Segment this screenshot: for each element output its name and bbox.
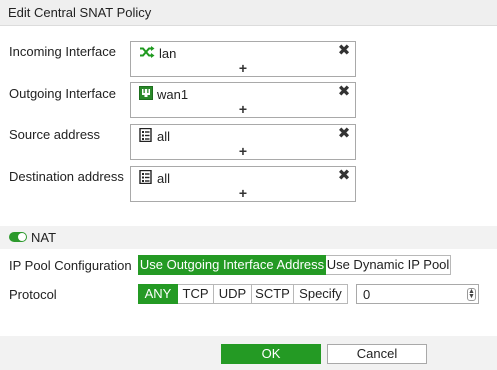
add-incoming-interface-button[interactable]: + [131,61,355,76]
dialog-title: Edit Central SNAT Policy [8,5,152,20]
outgoing-interface-field[interactable]: wan1 ✖ + [130,82,356,118]
protocol-option-any[interactable]: ANY [138,284,178,304]
outgoing-interface-entry[interactable]: wan1 [139,85,189,103]
destination-address-entry[interactable]: all [139,169,171,187]
shuffle-icon [139,45,155,62]
source-address-label: Source address [9,127,101,142]
add-outgoing-interface-button[interactable]: + [131,102,355,117]
nat-label: NAT [31,230,57,245]
protocol-option-specify[interactable]: Specify [294,284,348,304]
incoming-interface-value: lan [159,45,177,61]
use-outgoing-interface-address-option[interactable]: Use Outgoing Interface Address [138,255,326,275]
protocol-label: Protocol [9,287,57,302]
protocol-option-udp[interactable]: UDP [214,284,252,304]
add-destination-address-button[interactable]: + [131,186,355,201]
protocol-selector: ANY TCP UDP SCTP Specify [138,284,348,304]
protocol-option-sctp[interactable]: SCTP [252,284,294,304]
nat-toggle[interactable] [9,232,27,242]
cancel-button[interactable]: Cancel [327,344,427,364]
source-address-entry[interactable]: all [139,127,171,145]
dialog-header: Edit Central SNAT Policy [0,0,497,26]
add-source-address-button[interactable]: + [131,144,355,159]
incoming-interface-entry[interactable]: lan [139,45,176,61]
use-dynamic-ip-pool-option[interactable]: Use Dynamic IP Pool [326,255,451,275]
ok-button[interactable]: OK [221,344,321,364]
outgoing-interface-value: wan1 [157,86,189,102]
protocol-option-tcp[interactable]: TCP [178,284,214,304]
remove-incoming-interface-icon[interactable]: ✖ [337,43,351,59]
remove-source-address-icon[interactable]: ✖ [337,126,351,142]
source-address-value: all [157,128,171,144]
destination-address-label: Destination address [9,169,124,184]
protocol-number-value: 0 [363,287,371,302]
destination-address-value: all [157,170,171,186]
port-icon [139,85,153,103]
remove-outgoing-interface-icon[interactable]: ✖ [337,84,351,100]
incoming-interface-label: Incoming Interface [9,44,116,59]
address-icon [139,169,153,187]
incoming-interface-field[interactable]: lan ✖ + [130,41,356,77]
protocol-number-input[interactable]: 0 ▲ ▼ [356,284,479,304]
ip-pool-configuration-label: IP Pool Configuration [9,258,132,273]
outgoing-interface-label: Outgoing Interface [9,86,116,101]
toggle-knob [18,233,26,241]
source-address-field[interactable]: all ✖ + [130,124,356,160]
address-icon [139,127,153,145]
destination-address-field[interactable]: all ✖ + [130,166,356,202]
spinner-icon[interactable]: ▲ ▼ [467,288,476,301]
remove-destination-address-icon[interactable]: ✖ [337,168,351,184]
ip-pool-selector: Use Outgoing Interface Address Use Dynam… [138,255,451,275]
nat-section-header [0,226,497,249]
